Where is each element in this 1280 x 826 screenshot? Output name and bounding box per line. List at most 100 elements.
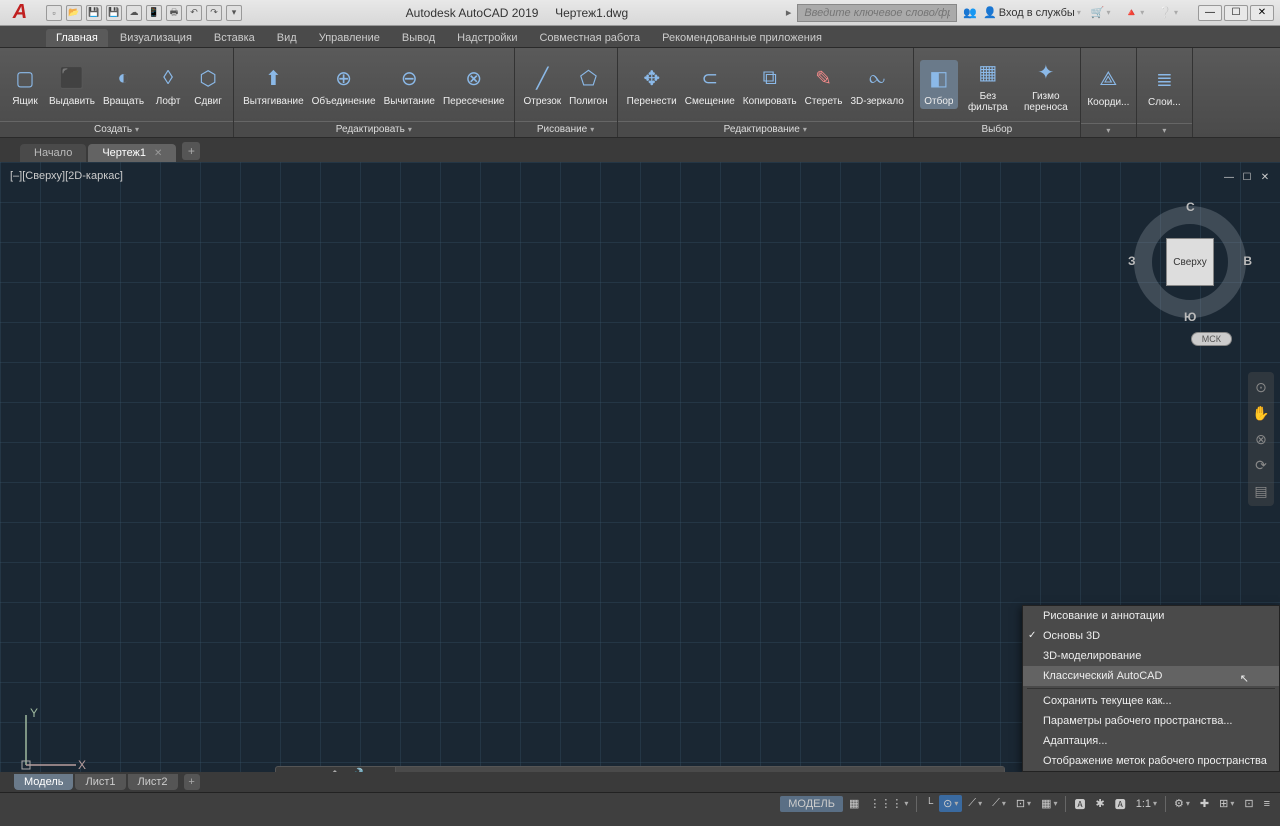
box-button[interactable]: ▢Ящик <box>6 60 44 109</box>
qat-open-icon[interactable]: 📂 <box>66 5 82 21</box>
tab-home[interactable]: Главная <box>46 29 108 47</box>
mirror3d-button[interactable]: ⧜3D-зеркало <box>847 60 906 109</box>
qat-more-icon[interactable]: ▾ <box>226 5 242 21</box>
viewport-maximize-icon[interactable]: ☐ <box>1240 170 1254 184</box>
panel-layers-dd[interactable]: ▾ <box>1137 123 1192 137</box>
status-3dosnap-icon[interactable]: ⟋▾ <box>988 795 1010 812</box>
panel-coord-dd[interactable]: ▾ <box>1081 123 1136 137</box>
coord-button[interactable]: ⟁Коорди... <box>1084 61 1132 110</box>
union-button[interactable]: ⊕Объединение <box>309 60 379 109</box>
ctx-settings[interactable]: Параметры рабочего пространства... <box>1023 711 1279 731</box>
close-button[interactable]: ✕ <box>1250 5 1274 21</box>
ctx-classic[interactable]: Классический AutoCAD↖ <box>1023 666 1279 686</box>
ctx-drafting[interactable]: Рисование и аннотации <box>1023 606 1279 626</box>
copy-button[interactable]: ⧉Копировать <box>740 60 800 109</box>
subtract-button[interactable]: ⊖Вычитание <box>381 60 438 109</box>
status-polar-icon[interactable]: ⊙▾ <box>939 795 962 812</box>
viewport-label[interactable]: [–][Сверху][2D-каркас] <box>10 170 123 182</box>
status-workspace-icon[interactable]: ⚙▾ <box>1170 795 1194 812</box>
status-annovis-icon[interactable]: ✱ <box>1091 795 1108 812</box>
status-grid-icon[interactable]: ▦ <box>845 795 863 812</box>
ctx-labels[interactable]: Отображение меток рабочего пространства <box>1023 751 1279 771</box>
minimize-button[interactable]: — <box>1198 5 1222 21</box>
erase-button[interactable]: ✎Стереть <box>802 60 846 109</box>
status-model-button[interactable]: МОДЕЛЬ <box>780 796 843 812</box>
qat-web-icon[interactable]: ☁ <box>126 5 142 21</box>
ctx-customize[interactable]: Адаптация... <box>1023 731 1279 751</box>
app-logo[interactable]: A <box>0 0 40 26</box>
filetab-start[interactable]: Начало <box>20 144 86 162</box>
filetab-doc[interactable]: Чертеж1✕ <box>88 144 176 162</box>
panel-draw-title[interactable]: Рисование▾ <box>515 121 617 137</box>
drawing-canvas[interactable]: [–][Сверху][2D-каркас] — ☐ ✕ С Ю З В Све… <box>0 162 1280 792</box>
status-scale[interactable]: 1:1▾ <box>1132 796 1161 812</box>
help-icon[interactable]: ❔▾ <box>1154 4 1182 21</box>
status-snap-icon[interactable]: ⋮⋮⋮▾ <box>865 795 912 812</box>
offset-button[interactable]: ⊂Смещение <box>682 60 738 109</box>
gizmo-button[interactable]: ✦Гизмо переноса <box>1018 55 1074 115</box>
status-lwt-icon[interactable]: ⊡▾ <box>1012 795 1035 812</box>
viewcube-south[interactable]: Ю <box>1184 310 1196 324</box>
tab-output[interactable]: Вывод <box>392 29 445 47</box>
tab-insert[interactable]: Вставка <box>204 29 265 47</box>
viewcube-face[interactable]: Сверху <box>1166 238 1214 286</box>
status-annoauto-icon[interactable]: 🅰 <box>1111 794 1130 814</box>
status-customize-icon[interactable]: ≡ <box>1260 796 1274 812</box>
status-isolate-icon[interactable]: ⊡ <box>1240 795 1257 812</box>
ctx-3dmodeling[interactable]: 3D-моделирование <box>1023 646 1279 666</box>
exchange-icon[interactable]: 🛒▾ <box>1087 4 1115 21</box>
signin-button[interactable]: 👤Вход в службы▾ <box>983 6 1081 19</box>
nav-showmotion-icon[interactable]: ▤ <box>1250 480 1272 502</box>
app-store-icon[interactable]: 🔺▾ <box>1121 4 1149 21</box>
viewcube[interactable]: С Ю З В Сверху <box>1130 202 1250 322</box>
status-osnap-icon[interactable]: ⟋▾ <box>964 795 986 812</box>
nofilter-button[interactable]: ▦Без фильтра <box>960 55 1016 115</box>
status-annoscale-icon[interactable]: 🅰 <box>1070 794 1089 814</box>
intersect-button[interactable]: ⊗Пересечение <box>440 60 508 109</box>
tab-view[interactable]: Вид <box>267 29 307 47</box>
qat-mobile-icon[interactable]: 📱 <box>146 5 162 21</box>
viewport-minimize-icon[interactable]: — <box>1222 170 1236 184</box>
viewport-close-icon[interactable]: ✕ <box>1258 170 1272 184</box>
ctx-3dbasics[interactable]: ✓Основы 3D <box>1023 626 1279 646</box>
loft-button[interactable]: ◊Лофт <box>149 60 187 109</box>
tab-addins[interactable]: Надстройки <box>447 29 527 47</box>
tab-visualization[interactable]: Визуализация <box>110 29 202 47</box>
status-annotation-icon[interactable]: ✚ <box>1196 795 1213 812</box>
qat-save-icon[interactable]: 💾 <box>86 5 102 21</box>
layout-add-button[interactable]: + <box>184 774 200 790</box>
viewcube-east[interactable]: В <box>1243 254 1252 268</box>
qat-undo-icon[interactable]: ↶ <box>186 5 202 21</box>
status-transparency-icon[interactable]: ▦▾ <box>1037 795 1061 812</box>
close-tab-icon[interactable]: ✕ <box>154 148 162 159</box>
viewcube-west[interactable]: З <box>1128 254 1136 268</box>
culling-button[interactable]: ◧Отбор <box>920 60 958 109</box>
nav-fullnav-icon[interactable]: ⊙ <box>1250 376 1272 398</box>
search-input[interactable] <box>797 4 957 22</box>
tab-manage[interactable]: Управление <box>309 29 390 47</box>
wcs-badge[interactable]: МСК <box>1191 332 1232 346</box>
qat-print-icon[interactable]: 🖶 <box>166 5 182 21</box>
add-tab-button[interactable]: + <box>182 142 200 160</box>
line-button[interactable]: ╱Отрезок <box>521 60 565 109</box>
status-ortho-icon[interactable]: └ <box>921 796 937 812</box>
tab-featured[interactable]: Рекомендованные приложения <box>652 29 832 47</box>
move-button[interactable]: ✥Перенести <box>624 60 680 109</box>
maximize-button[interactable]: ☐ <box>1224 5 1248 21</box>
sweep-button[interactable]: ⬡Сдвиг <box>189 60 227 109</box>
revolve-button[interactable]: ◐Вращать <box>100 60 147 109</box>
polygon-button[interactable]: ⬠Полигон <box>566 60 610 109</box>
status-units-icon[interactable]: ⊞▾ <box>1215 795 1238 812</box>
panel-create-title[interactable]: Создать▾ <box>0 121 233 137</box>
qat-new-icon[interactable]: ▫ <box>46 5 62 21</box>
viewcube-north[interactable]: С <box>1186 200 1195 214</box>
nav-orbit-icon[interactable]: ⟳ <box>1250 454 1272 476</box>
presspull-button[interactable]: ⬆Вытягивание <box>240 60 307 109</box>
layout-sheet2[interactable]: Лист2 <box>128 774 178 790</box>
ctx-saveas[interactable]: Сохранить текущее как... <box>1023 691 1279 711</box>
extrude-button[interactable]: ⬛Выдавить <box>46 60 98 109</box>
nav-zoom-icon[interactable]: ⊗ <box>1250 428 1272 450</box>
layout-model[interactable]: Модель <box>14 774 73 790</box>
tab-collab[interactable]: Совместная работа <box>529 29 650 47</box>
panel-modify-title[interactable]: Редактирование▾ <box>618 121 913 137</box>
